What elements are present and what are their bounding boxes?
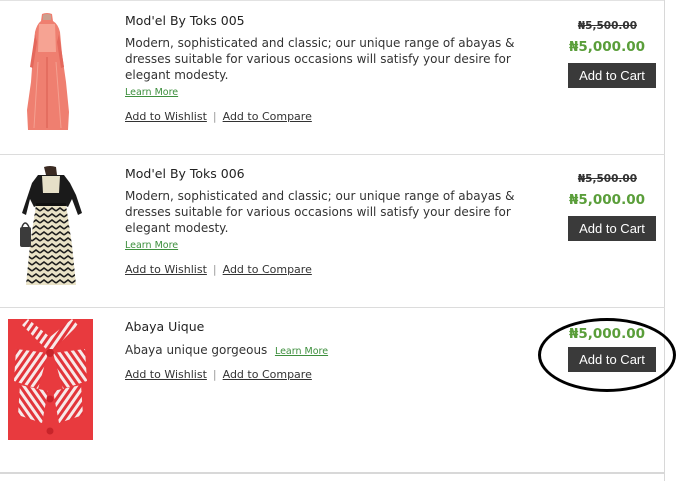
current-price: ₦5,000.00 [568, 192, 645, 208]
row-divider [0, 307, 665, 308]
list-bottom-border [0, 472, 665, 474]
product-description: Modern, sophisticated and classic; our u… [125, 35, 535, 101]
current-price: ₦5,000.00 [568, 39, 645, 55]
link-separator: | [212, 110, 217, 123]
description-text: Modern, sophisticated and classic; our u… [125, 189, 515, 235]
product-description: Modern, sophisticated and classic; our u… [125, 188, 535, 254]
product-actions: Add to Wishlist | Add to Compare [125, 110, 312, 123]
link-separator: | [212, 368, 217, 381]
link-separator: | [212, 263, 217, 276]
black-cream-chevron-dress-image[interactable] [16, 165, 86, 287]
add-to-cart-button[interactable]: Add to Cart [568, 63, 656, 88]
red-striped-blouse-image[interactable] [8, 319, 93, 440]
add-to-compare-link[interactable]: Add to Compare [223, 368, 312, 381]
coral-dress-image[interactable] [22, 12, 72, 134]
add-to-cart-button[interactable]: Add to Cart [568, 216, 656, 241]
add-to-wishlist-link[interactable]: Add to Wishlist [125, 263, 207, 276]
description-text: Abaya unique gorgeous [125, 343, 268, 357]
add-to-wishlist-link[interactable]: Add to Wishlist [125, 368, 207, 381]
learn-more-link[interactable]: Learn More [275, 346, 328, 357]
product-description: Abaya unique gorgeous Learn More [125, 342, 535, 360]
list-right-border [664, 0, 665, 481]
add-to-compare-link[interactable]: Add to Compare [223, 263, 312, 276]
description-text: Modern, sophisticated and classic; our u… [125, 36, 515, 82]
row-divider [0, 154, 665, 155]
product-actions: Add to Wishlist | Add to Compare [125, 263, 312, 276]
old-price: ₦5,500.00 [577, 173, 637, 185]
product-title[interactable]: Abaya Uique [125, 319, 204, 334]
add-to-compare-link[interactable]: Add to Compare [223, 110, 312, 123]
product-title[interactable]: Mod'el By Toks 006 [125, 166, 245, 181]
old-price: ₦5,500.00 [577, 20, 637, 32]
add-to-wishlist-link[interactable]: Add to Wishlist [125, 110, 207, 123]
learn-more-link[interactable]: Learn More [125, 87, 178, 98]
list-top-border [0, 0, 665, 1]
learn-more-link[interactable]: Learn More [125, 240, 178, 251]
product-title[interactable]: Mod'el By Toks 005 [125, 13, 245, 28]
annotation-circle [538, 318, 676, 392]
product-actions: Add to Wishlist | Add to Compare [125, 368, 312, 381]
